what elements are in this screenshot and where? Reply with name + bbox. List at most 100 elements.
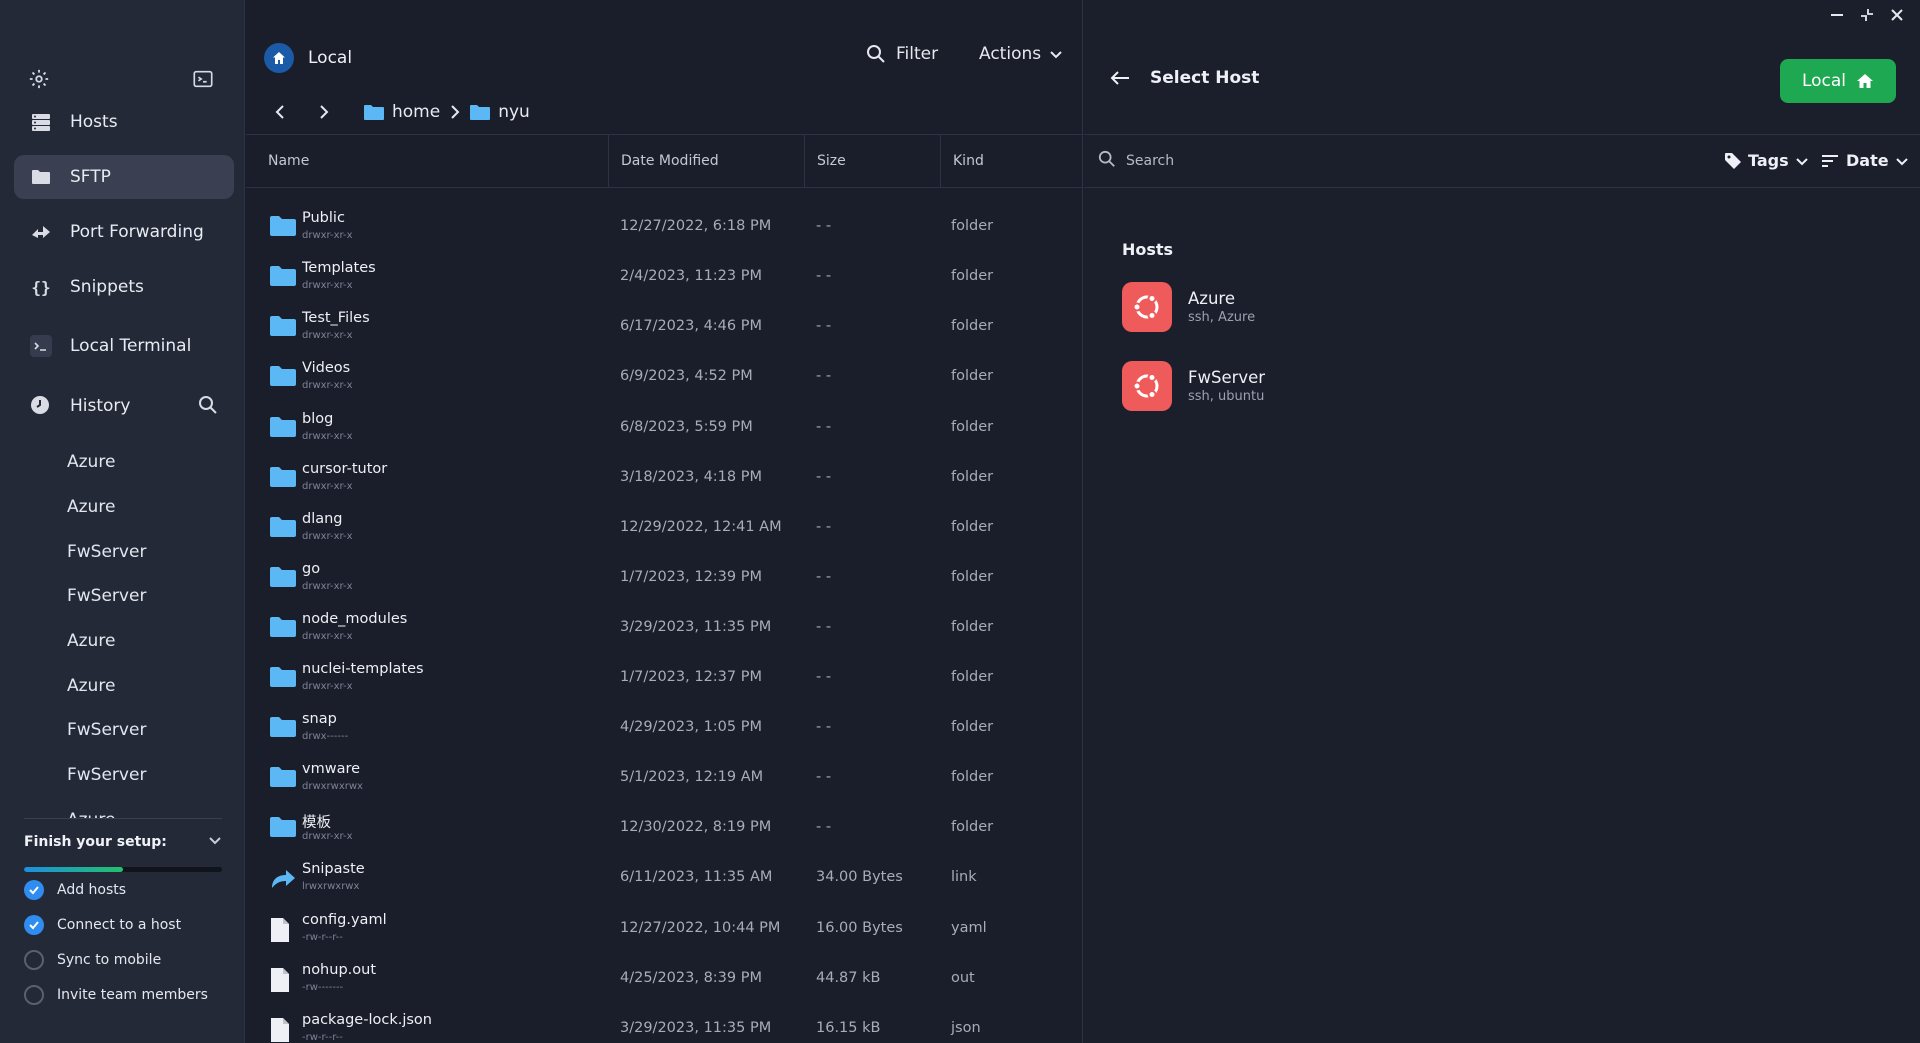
file-kind: folder [951, 268, 994, 285]
host-search-input[interactable] [1126, 149, 1526, 173]
filter-button[interactable]: Filter [866, 44, 938, 64]
date-sort-button[interactable]: Date [1822, 151, 1909, 170]
file-row[interactable]: go drwxr-xr-x 1/7/2023, 12:39 PM - - folder [246, 554, 1083, 604]
file-date: 12/27/2022, 6:18 PM [620, 218, 772, 235]
file-row[interactable]: Templates drwxr-xr-x 2/4/2023, 11:23 PM - -… [246, 253, 1083, 303]
setup-header[interactable]: Finish your setup: [24, 833, 222, 851]
setup-task-invite-team[interactable]: Invite team members [24, 977, 222, 1012]
file-row[interactable]: Videos drwxr-xr-x 6/9/2023, 4:52 PM - - fold… [246, 353, 1083, 403]
settings-gear-icon[interactable] [28, 68, 52, 92]
file-row[interactable]: node_modules drwxr-xr-x 3/29/2023, 11:35 P… [246, 604, 1083, 654]
file-name: node_modules [302, 610, 408, 627]
history-label: History [70, 396, 131, 416]
setup-task-sync-mobile[interactable]: Sync to mobile [24, 942, 222, 977]
breadcrumb-item-nyu[interactable]: nyu [470, 102, 530, 122]
sidebar-toolbar [24, 68, 220, 92]
file-row[interactable]: dlang drwxr-xr-x 12/29/2022, 12:41 AM - - fo… [246, 504, 1083, 554]
nav-port-forwarding[interactable]: Port Forwarding [14, 210, 234, 254]
file-size: - - [816, 819, 832, 836]
file-row[interactable]: Snipaste lrwxrwxrwx 6/11/2023, 11:35 AM 34.… [246, 854, 1083, 904]
file-date: 6/9/2023, 4:52 PM [620, 368, 753, 385]
checkmark-icon [24, 914, 44, 935]
file-date: 4/25/2023, 8:39 PM [620, 969, 762, 986]
history-item[interactable]: Azure [0, 619, 245, 664]
open-terminal-icon[interactable] [192, 68, 216, 92]
local-button[interactable]: Local [1780, 59, 1896, 103]
file-kind: folder [951, 618, 994, 635]
ubuntu-icon [1122, 282, 1172, 332]
folder-icon [270, 566, 296, 592]
file-kind: folder [951, 468, 994, 485]
nav-snippets[interactable]: {} Snippets [14, 265, 234, 309]
nav-sftp[interactable]: SFTP [14, 155, 234, 199]
history-item[interactable]: FwServer [0, 574, 245, 619]
setup-task-add-hosts[interactable]: Add hosts [24, 872, 222, 907]
close-icon[interactable] [1888, 6, 1906, 24]
file-size: - - [816, 418, 832, 435]
nav-hosts[interactable]: Hosts [14, 100, 234, 144]
history-item[interactable]: FwServer [0, 753, 245, 798]
file-row[interactable]: Public drwxr-xr-x 12/27/2022, 6:18 PM - - fo… [246, 203, 1083, 253]
host-select-panel: Select Host Local Tags Date Hosts Azure … [1084, 0, 1920, 1043]
file-size: - - [816, 468, 832, 485]
history-clock-icon [30, 395, 52, 417]
host-card-azure[interactable]: Azure ssh, Azure [1122, 282, 1422, 332]
tags-filter-button[interactable]: Tags [1724, 151, 1809, 170]
chevron-down-icon[interactable] [208, 833, 222, 851]
minimize-icon[interactable] [1828, 6, 1846, 24]
empty-circle-icon [24, 949, 44, 970]
file-row[interactable]: drwxr-xr-x [246, 189, 1083, 203]
empty-circle-icon [24, 984, 44, 1005]
file-name: config.yaml [302, 911, 387, 928]
file-kind: folder [951, 318, 994, 335]
setup-task-connect[interactable]: Connect to a host [24, 907, 222, 942]
file-row[interactable]: blog drwxr-xr-x 6/8/2023, 5:59 PM - - folder [246, 404, 1083, 454]
file-row[interactable]: package-lock.json -rw-r--r-- 3/29/2023, 11… [246, 1005, 1083, 1043]
column-header-kind[interactable]: Kind [941, 135, 1083, 187]
history-search-icon[interactable] [198, 395, 220, 417]
host-name: FwServer [1188, 368, 1266, 387]
file-row[interactable]: nohup.out -rw------- 4/25/2023, 8:39 PM 44.… [246, 955, 1083, 1005]
actions-dropdown[interactable]: Actions [979, 44, 1063, 64]
file-permissions: drwx------ [302, 731, 349, 743]
history-item[interactable]: FwServer [0, 708, 245, 753]
file-name: snap [302, 711, 337, 728]
file-row[interactable]: config.yaml -rw-r--r-- 12/27/2022, 10:44 P… [246, 905, 1083, 955]
folder-icon [270, 666, 296, 692]
home-icon [1857, 74, 1874, 88]
file-row[interactable]: vmware drwxrwxrwx 5/1/2023, 12:19 AM - - fol… [246, 754, 1083, 804]
forward-arrow-icon[interactable] [312, 100, 336, 124]
sidebar: Hosts SFTP Port Forwarding {} Snippets L… [0, 0, 245, 1043]
back-arrow-icon[interactable] [268, 100, 292, 124]
breadcrumb-item-home[interactable]: home [364, 102, 440, 122]
file-kind: folder [951, 518, 994, 535]
column-header-name[interactable]: Name [246, 135, 609, 187]
file-name: package-lock.json [302, 1011, 432, 1028]
history-item[interactable]: FwServer [0, 529, 245, 574]
file-date: 12/27/2022, 10:44 PM [620, 919, 781, 936]
file-row[interactable]: cursor-tutor drwxr-xr-x 3/18/2023, 4:18 PM… [246, 454, 1083, 504]
file-size: - - [816, 618, 832, 635]
restore-icon[interactable] [1858, 6, 1876, 24]
file-row[interactable]: 模板 drwxr-xr-x 12/30/2022, 8:19 PM - - folder [246, 804, 1083, 854]
folder-icon [270, 189, 296, 191]
column-header-date[interactable]: Date Modified [609, 135, 805, 187]
back-arrow-icon[interactable] [1110, 70, 1130, 86]
file-name: Public [302, 210, 345, 227]
snippets-icon: {} [31, 277, 51, 297]
history-item[interactable]: Azure [0, 485, 245, 530]
file-permissions: -rw------- [302, 981, 344, 993]
nav-sftp-label: SFTP [70, 167, 111, 187]
file-row[interactable]: nuclei-templates drwxr-xr-x 1/7/2023, 12:3… [246, 654, 1083, 704]
history-item[interactable]: Azure [0, 798, 245, 818]
history-item[interactable]: Azure [0, 440, 245, 485]
file-permissions: drwxr-xr-x [302, 230, 353, 242]
file-size: - - [816, 518, 832, 535]
nav-local-terminal[interactable]: Local Terminal [14, 324, 234, 368]
file-row[interactable]: snap drwx------ 4/29/2023, 1:05 PM - - folde… [246, 704, 1083, 754]
host-card-fwserver[interactable]: FwServer ssh, ubuntu [1122, 361, 1422, 411]
file-row[interactable]: Test_Files drwxr-xr-x 6/17/2023, 4:46 PM - … [246, 303, 1083, 353]
history-item[interactable]: Azure [0, 663, 245, 708]
column-header-size[interactable]: Size [805, 135, 941, 187]
history-header[interactable]: History [14, 384, 234, 428]
